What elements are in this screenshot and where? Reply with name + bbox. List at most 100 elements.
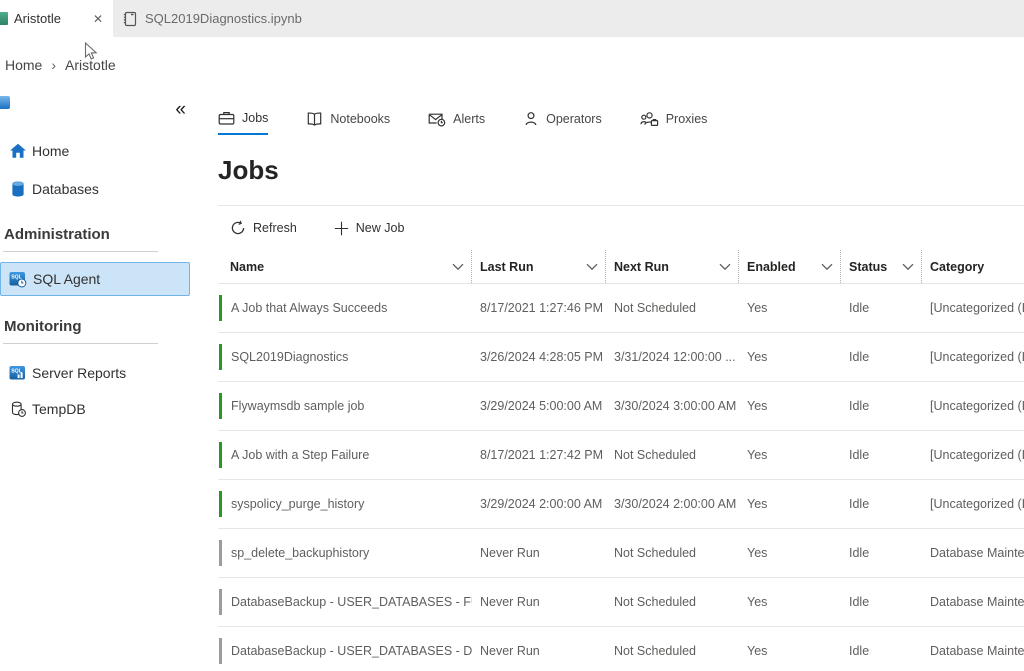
close-icon[interactable]: ✕ [89, 12, 113, 26]
editor-tab-label: Aristotle [14, 11, 89, 26]
collapse-sidebar-icon[interactable]: « [175, 99, 186, 121]
job-status: Idle [841, 644, 922, 658]
sidebar: « Home Databases Administration [0, 95, 200, 671]
table-row[interactable]: A Job that Always Succeeds 8/17/2021 1:2… [218, 283, 1024, 332]
tab-jobs[interactable]: Jobs [218, 109, 268, 135]
job-next-run: 3/31/2024 12:00:00 ... [606, 350, 739, 364]
home-icon [9, 142, 27, 160]
main-panel: Jobs Notebooks [200, 95, 1024, 671]
sidebar-item-label: Home [32, 143, 69, 159]
job-status: Idle [841, 350, 922, 364]
status-indicator-bar [219, 393, 222, 419]
table-row[interactable]: syspolicy_purge_history 3/29/2024 2:00:0… [218, 479, 1024, 528]
job-name-cell: SQL2019Diagnostics [218, 344, 472, 370]
job-last-run: 8/17/2021 1:27:46 PM [472, 301, 606, 315]
column-header-status[interactable]: Status [841, 250, 922, 283]
job-name: DatabaseBackup - USER_DATABASES - DIFF [231, 644, 472, 658]
breadcrumb-separator-icon: › [51, 57, 56, 73]
job-last-run: Never Run [472, 644, 606, 658]
chevron-down-icon[interactable] [902, 263, 914, 271]
job-name-cell: syspolicy_purge_history [218, 491, 472, 517]
job-last-run: 3/29/2024 2:00:00 AM [472, 497, 606, 511]
sidebar-item-label: TempDB [32, 401, 86, 417]
table-row[interactable]: DatabaseBackup - USER_DATABASES - FULL N… [218, 577, 1024, 626]
job-last-run: Never Run [472, 595, 606, 609]
job-name: DatabaseBackup - USER_DATABASES - FULL [231, 595, 472, 609]
section-tabs: Jobs Notebooks [218, 109, 1024, 135]
job-category: Database Maintenance [922, 546, 1024, 560]
sidebar-item-label: SQL Agent [33, 271, 100, 287]
job-next-run: Not Scheduled [606, 448, 739, 462]
editor-tab-notebook[interactable]: SQL2019Diagnostics.ipynb [113, 0, 345, 37]
sidebar-section-administration: Administration [4, 226, 110, 243]
job-category: [Uncategorized (Local)] [922, 497, 1024, 511]
status-indicator-bar [219, 540, 222, 566]
plus-icon [334, 221, 349, 236]
job-status: Idle [841, 399, 922, 413]
tab-label: Operators [546, 112, 602, 126]
tab-proxies[interactable]: Proxies [640, 109, 708, 135]
job-next-run: Not Scheduled [606, 546, 739, 560]
job-next-run: 3/30/2024 3:00:00 AM [606, 399, 739, 413]
status-indicator-bar [219, 295, 222, 321]
mouse-cursor [84, 42, 98, 62]
job-name: sp_delete_backuphistory [231, 546, 369, 560]
job-enabled: Yes [739, 301, 841, 315]
tab-notebooks[interactable]: Notebooks [306, 109, 390, 135]
status-indicator-bar [219, 344, 222, 370]
column-header-category[interactable]: Category [922, 250, 1024, 283]
new-job-label: New Job [356, 221, 405, 235]
sidebar-section-monitoring: Monitoring [4, 318, 81, 335]
table-row[interactable]: SQL2019Diagnostics 3/26/2024 4:28:05 PM … [218, 332, 1024, 381]
job-next-run: 3/30/2024 2:00:00 AM [606, 497, 739, 511]
table-row[interactable]: DatabaseBackup - USER_DATABASES - DIFF N… [218, 626, 1024, 671]
tab-operators[interactable]: Operators [523, 109, 602, 135]
job-name: A Job that Always Succeeds [231, 301, 387, 315]
job-last-run: 8/17/2021 1:27:42 PM [472, 448, 606, 462]
status-indicator-bar [219, 589, 222, 615]
refresh-button[interactable]: Refresh [230, 220, 297, 236]
job-name: syspolicy_purge_history [231, 497, 364, 511]
table-row[interactable]: A Job with a Step Failure 8/17/2021 1:27… [218, 430, 1024, 479]
column-header-name[interactable]: Name [218, 250, 472, 283]
column-header-next-run[interactable]: Next Run [606, 250, 739, 283]
job-last-run: 3/29/2024 5:00:00 AM [472, 399, 606, 413]
table-row[interactable]: sp_delete_backuphistory Never Run Not Sc… [218, 528, 1024, 577]
status-indicator-bar [219, 638, 222, 664]
job-last-run: 3/26/2024 4:28:05 PM [472, 350, 606, 364]
new-job-button[interactable]: New Job [334, 221, 405, 236]
job-status: Idle [841, 301, 922, 315]
tab-alerts[interactable]: Alerts [428, 109, 485, 135]
job-category: Database Maintenance [922, 644, 1024, 658]
table-row[interactable]: Flywaymsdb sample job 3/29/2024 5:00:00 … [218, 381, 1024, 430]
chevron-down-icon[interactable] [452, 263, 464, 271]
job-category: [Uncategorized (Local)] [922, 350, 1024, 364]
tempdb-icon [9, 400, 27, 418]
jobs-table-body: A Job that Always Succeeds 8/17/2021 1:2… [218, 283, 1024, 671]
breadcrumb: Home › Aristotle [0, 37, 1024, 95]
sidebar-item-sql-agent[interactable]: SQL SQL Agent [0, 262, 190, 296]
editor-tab-aristotle[interactable]: Aristotle ✕ [0, 0, 113, 37]
job-enabled: Yes [739, 399, 841, 413]
breadcrumb-home[interactable]: Home [5, 57, 42, 73]
envelope-alert-icon [428, 111, 446, 127]
chevron-down-icon[interactable] [821, 263, 833, 271]
chevron-down-icon[interactable] [719, 263, 731, 271]
tab-label: Notebooks [330, 112, 390, 126]
page-title: Jobs [218, 155, 1024, 185]
sql-agent-icon: SQL [9, 270, 27, 288]
job-enabled: Yes [739, 448, 841, 462]
job-status: Idle [841, 546, 922, 560]
sidebar-divider [3, 251, 158, 252]
column-header-enabled[interactable]: Enabled [739, 250, 841, 283]
status-indicator-bar [219, 442, 222, 468]
job-name: SQL2019Diagnostics [231, 350, 348, 364]
person-briefcase-icon [640, 111, 659, 127]
job-next-run: Not Scheduled [606, 595, 739, 609]
job-enabled: Yes [739, 350, 841, 364]
refresh-icon [230, 220, 246, 236]
chevron-down-icon[interactable] [586, 263, 598, 271]
column-header-last-run[interactable]: Last Run [472, 250, 606, 283]
briefcase-icon [218, 110, 235, 126]
tab-label: Jobs [242, 111, 268, 125]
